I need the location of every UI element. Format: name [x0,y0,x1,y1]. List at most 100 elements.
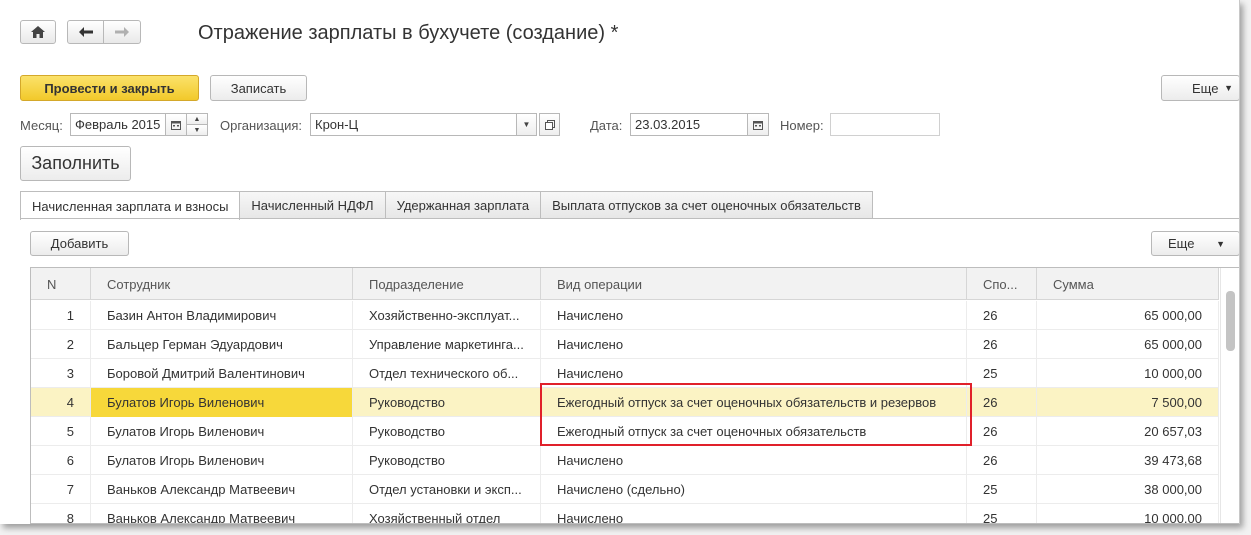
employee-cell: Булатов Игорь Виленович [91,417,353,446]
employee-cell: Булатов Игорь Виленович [91,446,353,475]
code-cell: 26 [967,446,1037,475]
department-cell: Руководство [353,388,541,417]
employee-cell: Ваньков Александр Матвеевич [91,475,353,504]
operation-cell: Начислено [541,446,967,475]
sum-cell: 10 000,00 [1037,504,1219,523]
tab-divider [20,218,1239,219]
dropdown-arrow-icon: ▼ [1216,238,1225,249]
tab-accrued-ndfl[interactable]: Начисленный НДФЛ [239,191,386,219]
more-button[interactable]: Еще ▼ [1161,75,1239,101]
dropdown-arrow-icon: ▼ [1224,83,1233,93]
save-button[interactable]: Записать [210,75,307,101]
month-down-button[interactable]: ▼ [186,124,208,136]
month-field[interactable]: Февраль 2015 [70,113,166,136]
tab-withheld-salary[interactable]: Удержанная зарплата [384,191,542,219]
column-header-n[interactable]: N [31,268,91,300]
scrollbar-thumb[interactable] [1226,291,1235,351]
number-field[interactable] [830,113,940,136]
department-cell: Руководство [353,446,541,475]
table-row[interactable]: 1 Базин Антон Владимирович Хозяйственно-… [31,301,1219,330]
number-label: Номер: [780,118,824,133]
organization-dropdown-button[interactable]: ▼ [516,113,537,136]
operation-cell: Начислено (сдельно) [541,475,967,504]
calendar-icon [171,120,181,130]
add-button[interactable]: Добавить [30,231,129,256]
table-row[interactable]: 6 Булатов Игорь Виленович Руководство На… [31,446,1219,475]
table-row[interactable]: 2 Бальцер Герман Эдуардович Управление м… [31,330,1219,359]
tab-bar: Начисленная зарплата и взносы Начисленны… [20,191,873,220]
table-more-label: Еще [1168,236,1195,251]
department-cell: Хозяйственно-эксплуат... [353,301,541,330]
employee-cell: Боровой Дмитрий Валентинович [91,359,353,388]
row-number: 8 [31,504,91,523]
table-row[interactable]: 8 Ваньков Александр Матвеевич Хозяйствен… [31,504,1219,523]
page-title: Отражение зарплаты в бухучете (создание)… [198,22,619,44]
operation-cell: Начислено [541,301,967,330]
date-field[interactable]: 23.03.2015 [630,113,748,136]
row-number: 2 [31,330,91,359]
date-calendar-button[interactable] [747,113,769,136]
chevron-down-icon: ▼ [193,126,201,134]
calendar-button[interactable] [165,113,187,136]
tab-vacation-payments[interactable]: Выплата отпусков за счет оценочных обяза… [540,191,873,219]
document-window: Отражение зарплаты в бухучете (создание)… [0,0,1240,524]
operation-cell: Начислено [541,504,967,523]
vertical-scrollbar[interactable] [1220,268,1239,523]
department-cell: Хозяйственный отдел [353,504,541,523]
sum-cell: 39 473,68 [1037,446,1219,475]
employee-cell: Базин Антон Владимирович [91,301,353,330]
code-cell: 26 [967,388,1037,417]
code-cell: 25 [967,359,1037,388]
tab-accrued-salary[interactable]: Начисленная зарплата и взносы [20,191,241,220]
forward-button[interactable] [103,20,141,44]
sum-cell: 38 000,00 [1037,475,1219,504]
row-number: 5 [31,417,91,446]
code-cell: 25 [967,475,1037,504]
highlight-box [540,383,972,446]
employee-cell: Бальцер Герман Эдуардович [91,330,353,359]
sum-cell: 7 500,00 [1037,388,1219,417]
column-header-operation[interactable]: Вид операции [541,268,967,300]
home-icon [31,26,45,38]
employee-cell: Булатов Игорь Виленович [91,388,353,417]
column-header-department[interactable]: Подразделение [353,268,541,300]
more-button-label: Еще [1192,80,1219,96]
calendar-icon [753,120,763,130]
sum-cell: 65 000,00 [1037,301,1219,330]
table-row[interactable]: 7 Ваньков Александр Матвеевич Отдел уста… [31,475,1219,504]
organization-field[interactable]: Крон-Ц [310,113,517,136]
department-cell: Отдел технического об... [353,359,541,388]
home-button[interactable] [20,20,56,44]
code-cell: 26 [967,417,1037,446]
department-cell: Отдел установки и эксп... [353,475,541,504]
back-button[interactable] [67,20,104,44]
column-header-code[interactable]: Спо... [967,268,1037,300]
month-label: Месяц: [20,118,63,133]
row-number: 6 [31,446,91,475]
date-label: Дата: [590,118,623,133]
employee-cell: Ваньков Александр Матвеевич [91,504,353,523]
operation-cell: Начислено [541,330,967,359]
row-number: 4 [31,388,91,417]
column-header-employee[interactable]: Сотрудник [91,268,353,300]
table-more-button[interactable]: Еще ▼ [1151,231,1239,256]
dropdown-arrow-icon: ▼ [522,120,531,129]
organization-open-button[interactable] [539,113,560,136]
open-window-icon [544,119,555,130]
code-cell: 26 [967,301,1037,330]
arrow-right-icon [115,27,129,37]
post-and-close-button[interactable]: Провести и закрыть [20,75,199,101]
fill-button[interactable]: Заполнить [20,146,131,181]
column-header-sum[interactable]: Сумма [1037,268,1219,300]
sum-cell: 65 000,00 [1037,330,1219,359]
arrow-left-icon [78,27,93,37]
sum-cell: 10 000,00 [1037,359,1219,388]
row-number: 7 [31,475,91,504]
organization-label: Организация: [220,118,303,133]
row-number: 3 [31,359,91,388]
row-number: 1 [31,301,91,330]
code-cell: 26 [967,330,1037,359]
sum-cell: 20 657,03 [1037,417,1219,446]
department-cell: Управление маркетинга... [353,330,541,359]
table-header: N Сотрудник Подразделение Вид операции С… [31,268,1219,300]
